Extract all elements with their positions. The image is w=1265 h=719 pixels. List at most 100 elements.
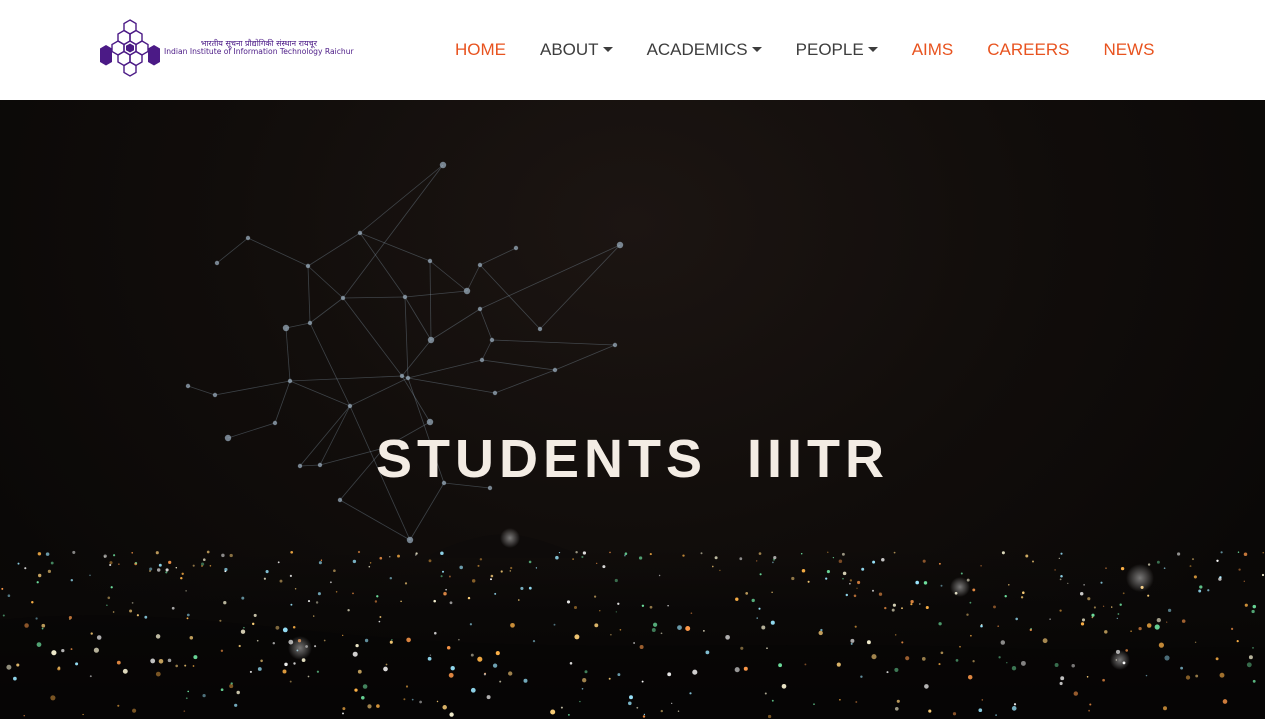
city-light xyxy=(467,596,471,600)
city-light xyxy=(1154,624,1160,630)
city-light xyxy=(520,586,524,590)
city-light xyxy=(1102,678,1105,682)
city-light xyxy=(483,673,487,676)
city-light xyxy=(149,567,153,571)
nav-people[interactable]: PEOPLE xyxy=(779,40,895,60)
city-light xyxy=(700,552,703,555)
network-node xyxy=(305,263,311,269)
site-logo[interactable]: भारतीय सूचना प्रौद्योगिकी संस्थान रायचूर… xyxy=(100,18,390,78)
city-light xyxy=(952,712,957,716)
city-light xyxy=(187,690,190,693)
city-light xyxy=(1000,640,1006,645)
city-light xyxy=(1163,567,1166,570)
city-light xyxy=(940,584,943,587)
city-light xyxy=(886,671,889,674)
city-light xyxy=(106,604,108,606)
city-light xyxy=(367,704,372,709)
city-light xyxy=(41,623,46,628)
city-light xyxy=(132,708,137,713)
city-light xyxy=(24,623,29,628)
city-light xyxy=(357,550,361,554)
city-light xyxy=(1091,613,1095,617)
nav-academics[interactable]: ACADEMICS xyxy=(630,40,779,60)
city-light xyxy=(192,665,195,667)
network-edge xyxy=(307,265,344,299)
network-edge xyxy=(481,359,556,371)
city-light xyxy=(705,650,710,655)
city-light xyxy=(872,589,874,592)
city-light xyxy=(1067,582,1069,585)
city-light xyxy=(575,550,578,554)
city-light xyxy=(905,656,910,661)
nav-home[interactable]: HOME xyxy=(438,40,523,60)
city-light xyxy=(1020,660,1026,666)
city-light xyxy=(89,574,91,577)
city-light xyxy=(615,611,617,613)
city-light xyxy=(7,594,11,597)
city-light xyxy=(36,642,42,647)
city-light xyxy=(667,604,669,607)
nav-news[interactable]: NEWS xyxy=(1086,40,1171,60)
city-light xyxy=(500,570,503,573)
city-light xyxy=(1246,662,1252,668)
city-light xyxy=(234,703,238,707)
city-light xyxy=(486,695,491,700)
city-light xyxy=(405,685,409,688)
city-light xyxy=(404,582,408,585)
city-light xyxy=(574,634,580,640)
main-nav: HOME ABOUT ACADEMICS PEOPLE AIMS CAREERS… xyxy=(438,0,1168,100)
city-light xyxy=(614,578,618,583)
city-light xyxy=(275,625,280,630)
city-light xyxy=(641,680,644,683)
city-light xyxy=(171,606,175,610)
city-light xyxy=(45,552,50,556)
light-glow xyxy=(950,577,970,597)
city-light xyxy=(1116,617,1118,620)
city-light xyxy=(925,605,929,610)
city-light xyxy=(1001,551,1005,555)
city-light xyxy=(116,660,121,665)
city-light xyxy=(1089,703,1092,706)
city-light xyxy=(400,600,402,603)
city-light xyxy=(89,675,92,678)
city-light xyxy=(759,573,762,576)
city-light xyxy=(1060,552,1063,555)
city-light xyxy=(72,550,76,554)
city-light xyxy=(282,669,287,674)
city-light xyxy=(594,623,599,628)
city-light xyxy=(938,622,942,626)
city-light xyxy=(910,603,913,606)
city-light xyxy=(316,670,320,673)
city-light xyxy=(448,575,451,578)
city-light xyxy=(16,663,20,667)
city-light xyxy=(68,616,72,620)
city-light xyxy=(378,620,381,623)
city-light xyxy=(1105,567,1107,569)
network-edge xyxy=(401,339,432,377)
city-light xyxy=(643,713,646,716)
city-light xyxy=(379,616,382,618)
nav-careers[interactable]: CAREERS xyxy=(970,40,1086,60)
city-light xyxy=(628,701,632,706)
city-light xyxy=(129,609,133,613)
city-light xyxy=(470,653,474,657)
city-light xyxy=(50,561,54,565)
city-light xyxy=(109,563,112,567)
city-light xyxy=(1080,622,1085,626)
nav-about[interactable]: ABOUT xyxy=(523,40,630,60)
city-light xyxy=(1146,623,1152,628)
city-light xyxy=(36,581,39,584)
city-light xyxy=(1164,655,1170,661)
city-light xyxy=(1042,638,1048,644)
city-light xyxy=(1189,565,1192,568)
nav-aims[interactable]: AIMS xyxy=(895,40,971,60)
city-light xyxy=(103,554,107,558)
city-light xyxy=(109,561,113,565)
city-light xyxy=(389,576,393,580)
city-light xyxy=(639,645,644,649)
network-edge xyxy=(404,290,468,298)
network-node xyxy=(552,367,558,373)
chevron-down-icon xyxy=(867,46,878,52)
city-light xyxy=(532,639,536,643)
logo-english-name: Indian Institute of Information Technolo… xyxy=(164,47,354,57)
